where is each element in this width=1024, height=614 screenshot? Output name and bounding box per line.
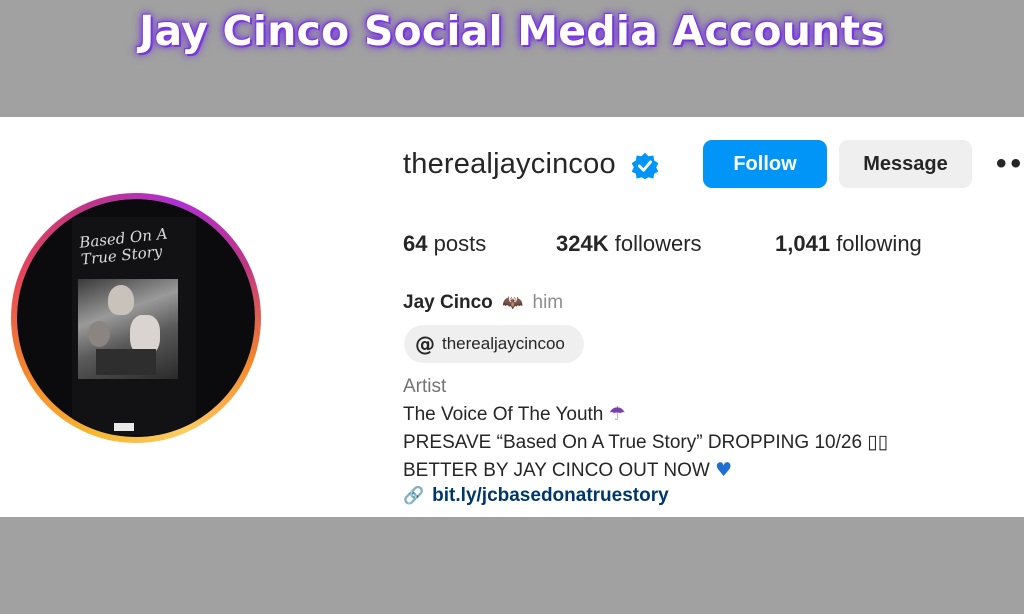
story-ring[interactable]: Based On A True Story: [11, 193, 261, 443]
umbrella-emoji-icon: ☂: [608, 403, 626, 425]
profile-name-row: Jay Cinco 🦇 him: [403, 292, 563, 314]
following-count-value: 1,041: [775, 231, 831, 256]
more-options-icon[interactable]: ••: [996, 149, 1024, 179]
profile-pronouns: him: [532, 292, 564, 313]
verified-badge-icon: [631, 152, 659, 180]
bio-line: The Voice Of The Youth ☂: [403, 403, 626, 426]
cover-figure: [96, 349, 156, 375]
link-icon: 🔗: [403, 486, 425, 506]
threads-handle: therealjaycincoo: [442, 334, 565, 353]
album-cover-title: Based On A True Story: [78, 224, 169, 269]
bat-emoji-icon: 🦇: [502, 293, 524, 313]
threads-link-chip[interactable]: @ therealjaycincoo: [404, 325, 584, 363]
posts-count-value: 64: [403, 231, 428, 256]
threads-icon: @: [415, 332, 435, 356]
profile-header: Based On A True Story therealjaycincoo F…: [0, 117, 1024, 517]
message-button[interactable]: Message: [839, 140, 972, 188]
parental-advisory-label: [114, 423, 134, 431]
posts-count[interactable]: 64 posts: [403, 231, 486, 257]
posts-count-label: posts: [433, 231, 487, 256]
bio-link-text[interactable]: bit.ly/jcbasedonatruestory: [432, 485, 669, 506]
bio-line: PRESAVE “Based On A True Story” DROPPING…: [403, 432, 889, 453]
profile-full-name: Jay Cinco: [403, 292, 493, 313]
banner-title: Jay Cinco Social Media Accounts: [139, 7, 885, 55]
followers-count-value: 324K: [556, 231, 609, 256]
followers-count-label: followers: [614, 231, 702, 256]
bio-text: The Voice Of The Youth: [403, 404, 604, 425]
avatar[interactable]: Based On A True Story: [17, 199, 255, 437]
follow-button[interactable]: Follow: [703, 140, 827, 188]
album-cover: Based On A True Story: [72, 217, 196, 435]
following-count-label: following: [836, 231, 922, 256]
album-cover-photo: [78, 279, 178, 379]
bio-link[interactable]: 🔗 bit.ly/jcbasedonatruestory: [403, 485, 669, 507]
bio-line: BETTER BY JAY CINCO OUT NOW ♥: [403, 459, 732, 482]
profile-category: Artist: [403, 376, 447, 397]
cover-figure: [88, 321, 110, 347]
following-count[interactable]: 1,041 following: [775, 231, 922, 257]
profile-username: therealjaycincoo: [403, 148, 616, 180]
cover-figure: [108, 285, 134, 315]
followers-count[interactable]: 324K followers: [556, 231, 702, 257]
bio-text: BETTER BY JAY CINCO OUT NOW: [403, 460, 710, 481]
blue-heart-emoji-icon: ♥: [715, 459, 733, 481]
